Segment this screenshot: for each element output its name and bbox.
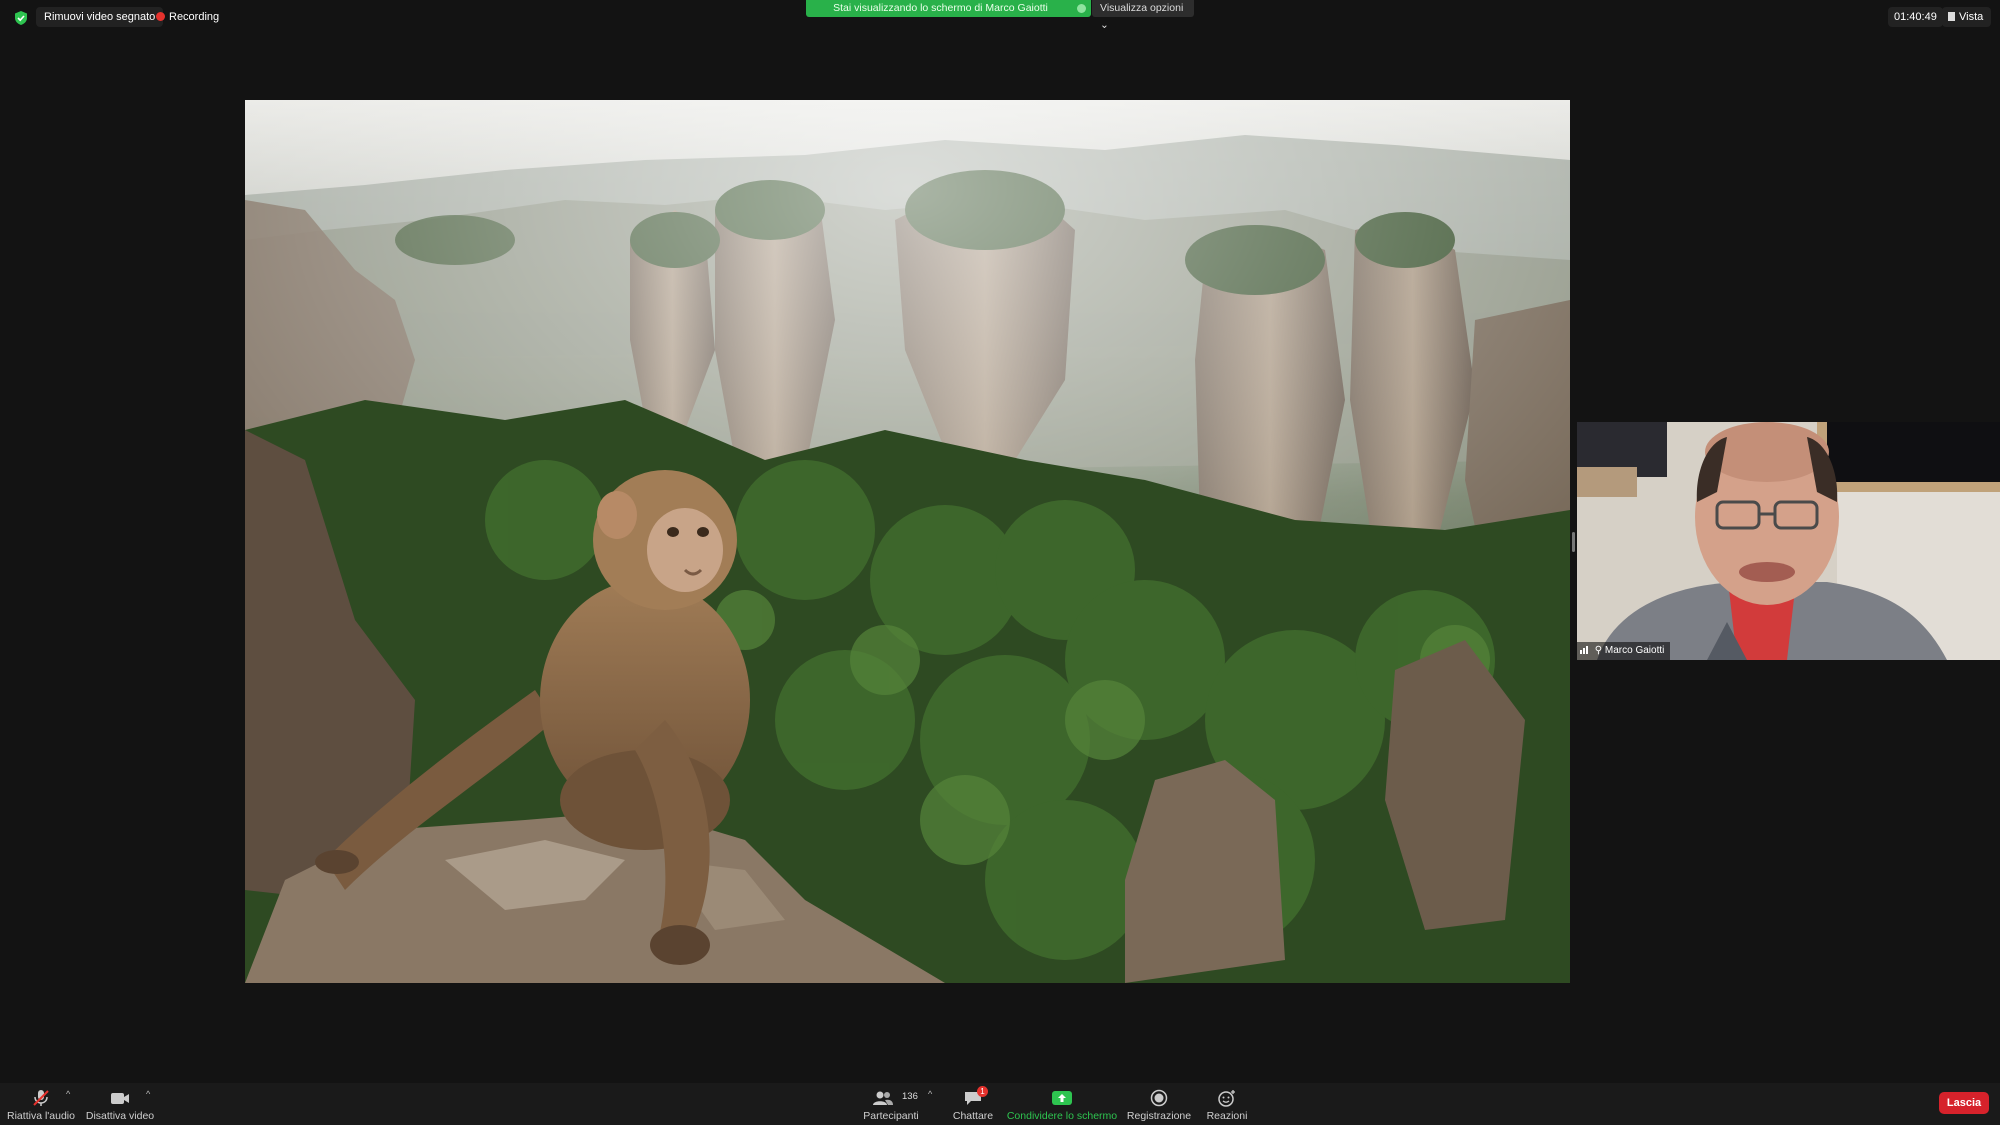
screen-share-banner-text: Stai visualizzando lo schermo di Marco G… xyxy=(833,2,1048,14)
recording-indicator[interactable]: Recording xyxy=(150,7,227,27)
reactions-button[interactable]: Reazioni xyxy=(1200,1083,1254,1125)
meeting-toolbar: Riattiva l'audio ^ Disattiva video ^ 136… xyxy=(0,1083,2000,1125)
recording-label: Recording xyxy=(169,11,220,23)
view-options-dropdown[interactable]: Visualizza opzioni ⌄ xyxy=(1092,0,1194,31)
audio-options-caret[interactable]: ^ xyxy=(66,1089,70,1099)
participant-video xyxy=(1577,422,2000,660)
participant-name-tag: ⚲ Marco Gaiotti xyxy=(1577,642,1671,660)
record-label: Registrazione xyxy=(1126,1110,1192,1122)
meeting-top-bar: Rimuovi video segnato Recording Stai vis… xyxy=(0,0,2000,34)
reactions-label: Reazioni xyxy=(1206,1110,1248,1122)
reactions-icon xyxy=(1218,1090,1235,1107)
signal-strength-icon xyxy=(1580,643,1589,660)
unmute-label: Riattiva l'audio xyxy=(7,1110,75,1122)
view-layout-icon xyxy=(1948,12,1955,21)
chat-label: Chattare xyxy=(952,1110,994,1122)
participants-label: Partecipanti xyxy=(863,1110,919,1122)
record-button[interactable]: Registrazione xyxy=(1122,1083,1196,1125)
pin-icon: ⚲ xyxy=(1594,645,1603,656)
participants-options-caret[interactable]: ^ xyxy=(928,1089,932,1099)
chat-button[interactable]: 1 Chattare xyxy=(946,1083,1000,1125)
chat-unread-badge: 1 xyxy=(977,1086,988,1097)
shield-icon[interactable] xyxy=(13,10,29,26)
participants-count: 136 xyxy=(902,1091,918,1102)
participant-video-tile[interactable]: ⚲ Marco Gaiotti xyxy=(1577,422,2000,660)
screen-share-banner: Stai visualizzando lo schermo di Marco G… xyxy=(806,0,1091,17)
view-label: Vista xyxy=(1959,11,1984,23)
meeting-timer: 01:40:49 xyxy=(1888,7,1943,27)
record-icon xyxy=(1150,1089,1168,1107)
share-screen-label: Condividere lo schermo xyxy=(1006,1110,1118,1122)
participant-name: Marco Gaiotti xyxy=(1604,645,1665,656)
chevron-down-icon: ⌄ xyxy=(1100,19,1109,31)
microphone-muted-icon xyxy=(33,1090,49,1106)
banner-status-icon xyxy=(1077,4,1086,13)
view-button[interactable]: Vista xyxy=(1942,7,1992,27)
video-camera-icon xyxy=(111,1093,129,1104)
shared-screen-content xyxy=(245,100,1570,983)
video-options-caret[interactable]: ^ xyxy=(146,1089,150,1099)
view-options-label: Visualizza opzioni xyxy=(1100,2,1184,14)
recording-dot-icon xyxy=(156,12,165,21)
panel-resize-handle[interactable] xyxy=(1572,532,1575,552)
stop-video-label: Disattiva video xyxy=(85,1110,155,1122)
leave-button[interactable]: Lascia xyxy=(1939,1092,1989,1114)
shared-photo xyxy=(245,100,1570,983)
remove-video-button[interactable]: Rimuovi video segnato xyxy=(36,7,164,27)
share-screen-icon xyxy=(1052,1091,1072,1105)
share-screen-button[interactable]: Condividere lo schermo xyxy=(1006,1083,1118,1125)
participants-icon xyxy=(873,1091,894,1105)
participants-button[interactable]: 136 Partecipanti xyxy=(858,1083,924,1125)
